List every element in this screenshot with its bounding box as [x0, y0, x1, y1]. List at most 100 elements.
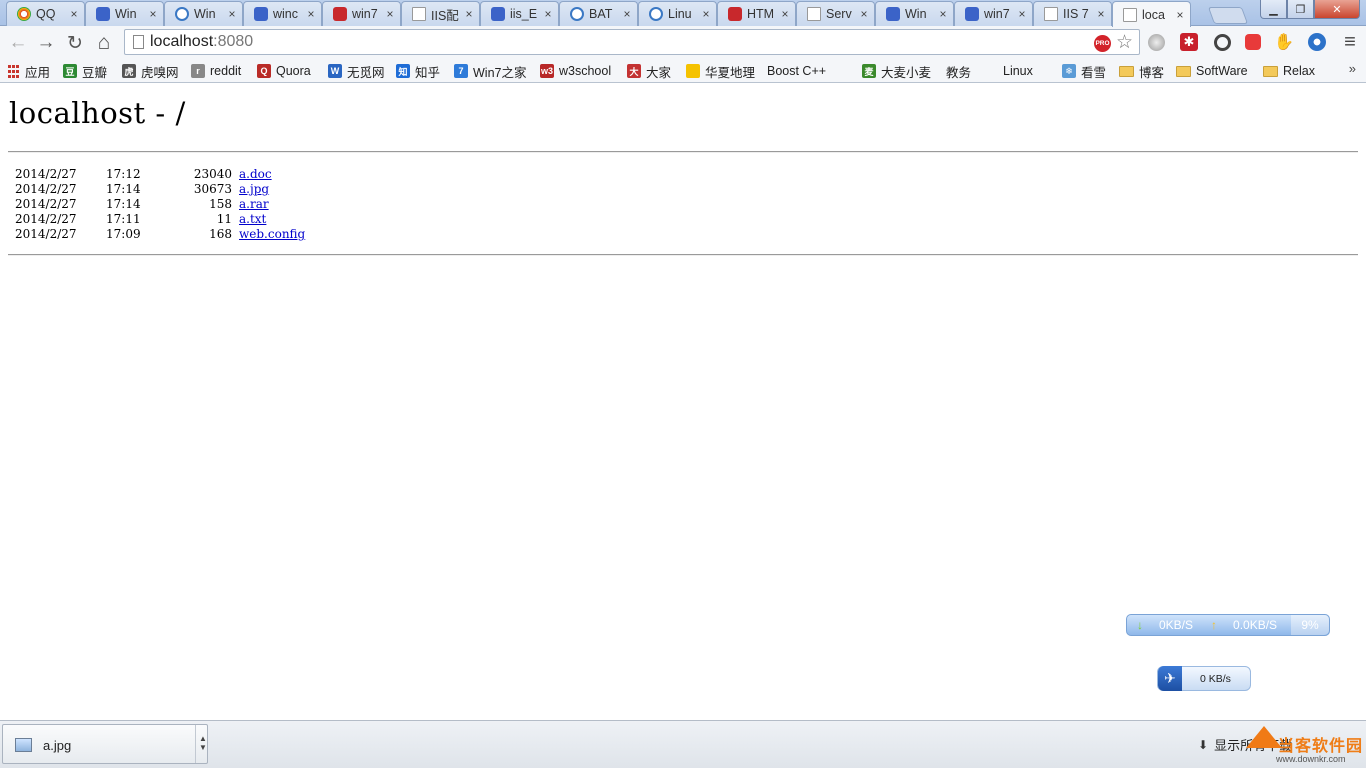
- bookmark-item[interactable]: 麦大麦小麦: [862, 62, 931, 80]
- tab-close-icon[interactable]: ×: [147, 7, 159, 21]
- bookmarks-overflow-button[interactable]: »: [1349, 61, 1356, 76]
- bookmark-item[interactable]: 豆豆瓣: [63, 62, 107, 80]
- bookmark-item[interactable]: 大大家: [627, 62, 671, 80]
- bookmark-item[interactable]: 知知乎: [396, 62, 440, 80]
- download-item[interactable]: a.jpg ▲ ▼: [2, 724, 208, 764]
- tab-close-icon[interactable]: ×: [779, 7, 791, 21]
- puzzle-extension-icon[interactable]: ✱: [1179, 32, 1199, 52]
- tab-close-icon[interactable]: ×: [305, 7, 317, 21]
- file-link[interactable]: a.txt: [239, 212, 266, 226]
- pro-extension-icon[interactable]: PRO: [1094, 35, 1111, 52]
- bookmark-item[interactable]: 应用: [7, 62, 50, 80]
- tab-close-icon[interactable]: ×: [1016, 7, 1028, 21]
- bookmark-label: 无觅网: [347, 65, 385, 80]
- bookmark-item[interactable]: Boost C++: [767, 62, 826, 160]
- tab-6[interactable]: iis_E ×: [480, 1, 559, 26]
- bookmark-label: 豆瓣: [82, 65, 108, 80]
- file-link[interactable]: a.rar: [239, 197, 269, 211]
- file-size: 158: [209, 197, 232, 211]
- file-link[interactable]: a.doc: [239, 167, 272, 181]
- close-window-button[interactable]: ✕: [1314, 0, 1360, 19]
- bookmark-item[interactable]: 虎虎嗅网: [122, 62, 179, 80]
- page-icon: [1044, 7, 1058, 21]
- folder-icon: [1176, 65, 1191, 77]
- bookmark-item[interactable]: ❄ 看雪: [1062, 62, 1106, 80]
- tab-13[interactable]: IIS 7 ×: [1033, 1, 1112, 26]
- win7home-icon: 7: [454, 64, 468, 78]
- tab-title: iis_E: [510, 7, 538, 21]
- huxiu-icon: 虎: [122, 64, 136, 78]
- file-link[interactable]: web.config: [239, 227, 305, 241]
- damai-icon: 麦: [862, 64, 876, 78]
- bookmark-item[interactable]: r reddit: [191, 62, 241, 80]
- tab-close-icon[interactable]: ×: [858, 7, 870, 21]
- bookmark-item[interactable]: SoftWare: [1176, 62, 1248, 80]
- tab-title: IIS 7: [1063, 7, 1089, 21]
- minimize-button[interactable]: ▁: [1260, 0, 1287, 19]
- maximize-button[interactable]: ❐: [1287, 0, 1314, 19]
- home-button[interactable]: ⌂: [92, 31, 116, 55]
- new-tab-button[interactable]: [1207, 7, 1249, 24]
- tab-close-icon[interactable]: ×: [384, 7, 396, 21]
- tab-3[interactable]: winc ×: [243, 1, 322, 26]
- tab-0[interactable]: QQ ×: [6, 1, 85, 26]
- hand-extension-icon[interactable]: ✋: [1274, 32, 1294, 52]
- douban-icon: 豆: [63, 64, 77, 78]
- tab-10[interactable]: Serv ×: [796, 1, 875, 26]
- tab-title: win7: [352, 7, 378, 21]
- tab-2[interactable]: Win ×: [164, 1, 243, 26]
- bookmark-label: 大家: [646, 65, 672, 80]
- bookmark-item[interactable]: Q Quora: [257, 62, 311, 80]
- globe-extension-icon[interactable]: [1146, 32, 1166, 52]
- bookmark-star-icon[interactable]: ☆: [1116, 31, 1133, 54]
- file-time: 17:14: [106, 197, 141, 211]
- tab-close-icon[interactable]: ×: [937, 7, 949, 21]
- tab-close-icon[interactable]: ×: [68, 7, 80, 21]
- tab-close-icon[interactable]: ×: [700, 7, 712, 21]
- bookmark-item[interactable]: 华夏地理: [686, 62, 755, 80]
- bookmark-item[interactable]: w3 w3school: [540, 62, 611, 80]
- file-link[interactable]: a.jpg: [239, 182, 269, 196]
- qq-icon: [17, 7, 31, 21]
- tab-close-icon[interactable]: ×: [1174, 8, 1186, 22]
- tab-7[interactable]: BAT ×: [559, 1, 638, 26]
- arrow-extension-icon[interactable]: [1307, 32, 1327, 52]
- forward-button[interactable]: →: [34, 31, 58, 55]
- tab-close-icon[interactable]: ×: [542, 7, 554, 21]
- reload-button[interactable]: ↻: [63, 31, 87, 55]
- tab-12[interactable]: win7 ×: [954, 1, 1033, 26]
- back-button[interactable]: ←: [6, 31, 30, 55]
- bookmark-item[interactable]: Linux: [1003, 62, 1033, 160]
- bookmark-item[interactable]: 7 Win7之家: [454, 62, 526, 80]
- tab-4[interactable]: win7 ×: [322, 1, 401, 26]
- tab-close-icon[interactable]: ×: [621, 7, 633, 21]
- bookmark-item[interactable]: 教务: [946, 62, 971, 160]
- bookmark-item[interactable]: W 无觅网: [328, 62, 385, 80]
- download-icon: ⬇: [1198, 737, 1209, 752]
- tab-9[interactable]: HTM ×: [717, 1, 796, 26]
- upload-arrow-icon: ↑: [1211, 618, 1218, 632]
- natgeo-icon: [686, 64, 700, 78]
- dajia-icon: 大: [627, 64, 641, 78]
- menu-icon[interactable]: ≡: [1340, 31, 1360, 53]
- watermark-url: www.downkr.com: [1276, 754, 1346, 764]
- thunder-float-widget[interactable]: ✈ 0 KB/s: [1157, 666, 1251, 691]
- tab-close-icon[interactable]: ×: [463, 7, 475, 21]
- browser-toolbar: ← → ↻ ⌂ localhost:8080 PRO ☆ ✱ ✋ ≡: [0, 26, 1366, 59]
- tab-14[interactable]: loca ×: [1112, 1, 1191, 27]
- tab-1[interactable]: Win ×: [85, 1, 164, 26]
- address-bar[interactable]: localhost:8080 PRO ☆: [124, 29, 1140, 55]
- bookmark-item[interactable]: 博客: [1119, 62, 1164, 80]
- bookmark-item[interactable]: Relax: [1263, 62, 1315, 80]
- tab-8[interactable]: Linu ×: [638, 1, 717, 26]
- page-title: localhost - /: [9, 96, 186, 130]
- tab-11[interactable]: Win ×: [875, 1, 954, 26]
- steering-extension-icon[interactable]: [1212, 32, 1232, 52]
- red-extension-icon[interactable]: [1243, 32, 1263, 52]
- tab-close-icon[interactable]: ×: [226, 7, 238, 21]
- chevron-down-icon[interactable]: ▲ ▼: [199, 734, 207, 752]
- bookmark-label: 华夏地理: [705, 65, 756, 80]
- tab-5[interactable]: IIS配 ×: [401, 1, 480, 26]
- tab-close-icon[interactable]: ×: [1095, 7, 1107, 21]
- network-speed-widget[interactable]: ↓ 0KB/S ↑ 0.0KB/S 9%: [1126, 614, 1330, 636]
